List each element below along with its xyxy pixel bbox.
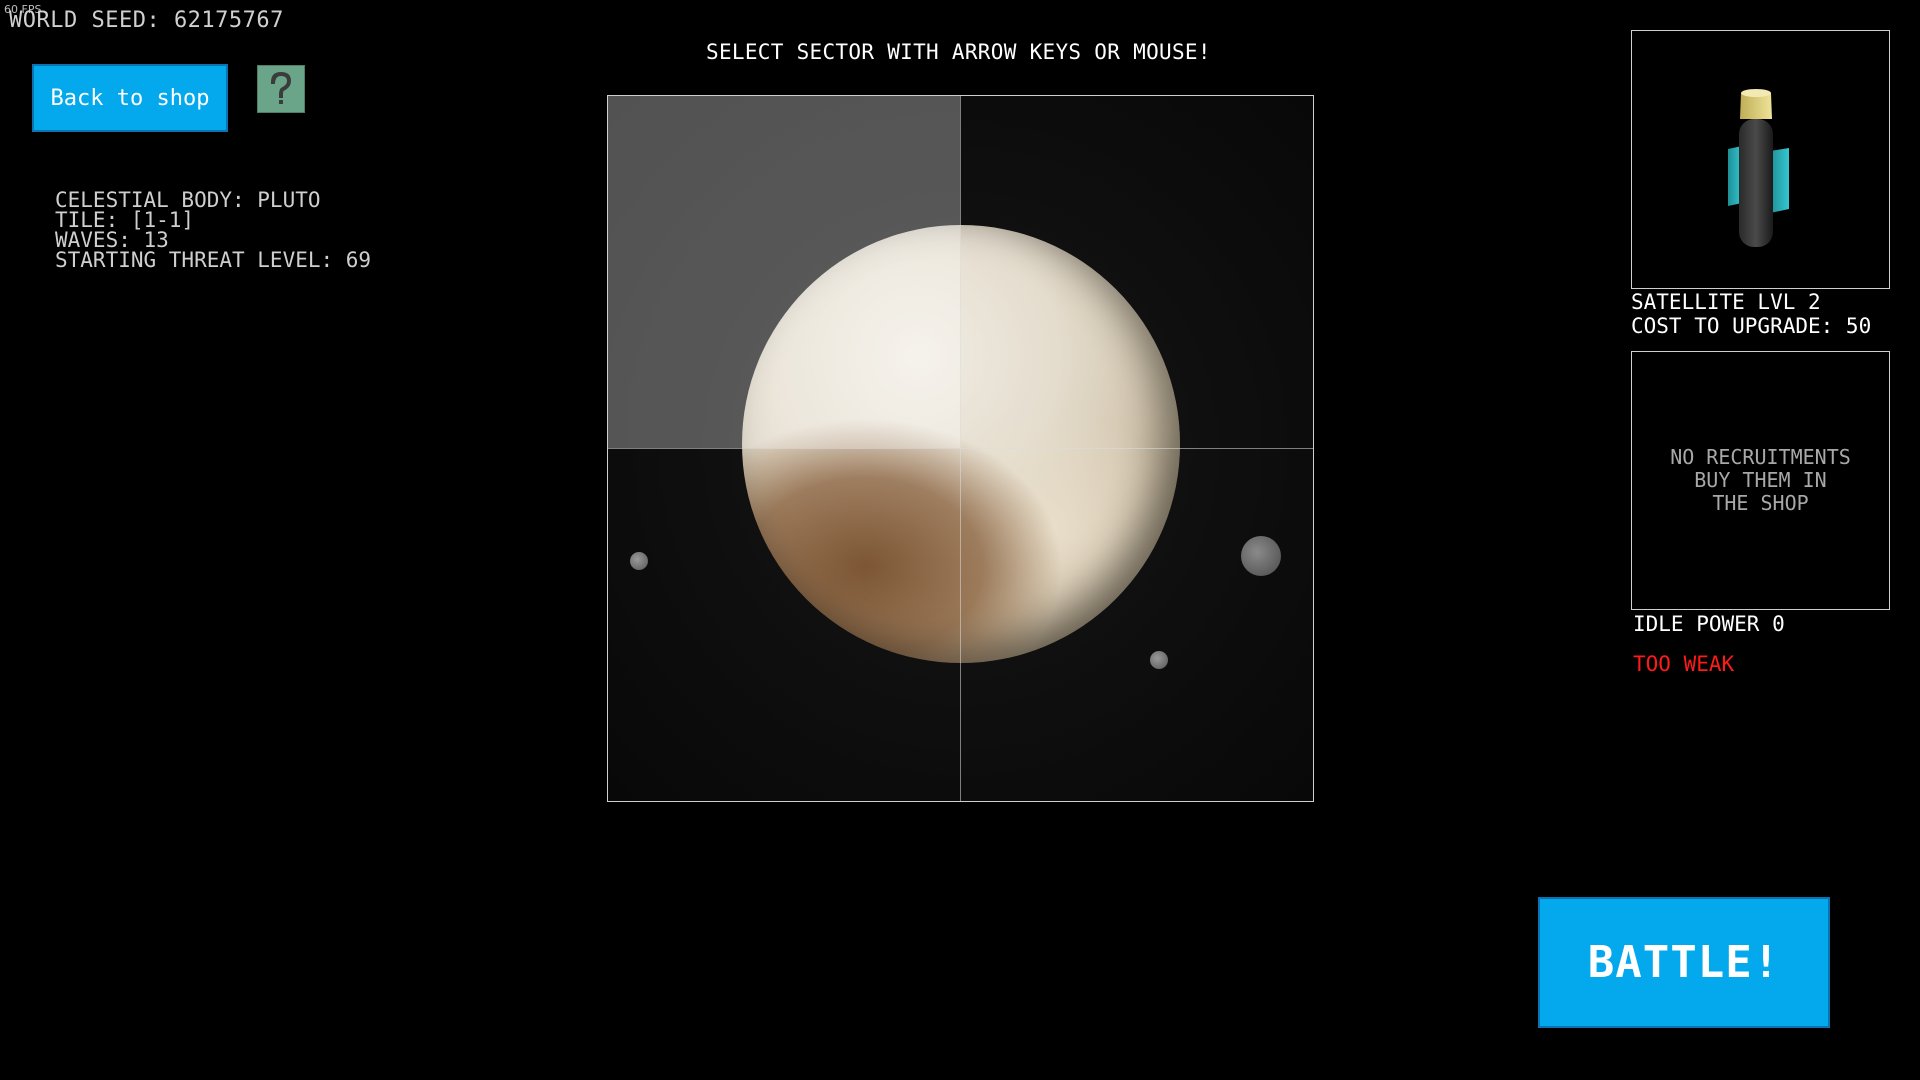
celestial-body-label: CELESTIAL BODY: PLUTO [55, 188, 321, 212]
world-seed: WORLD SEED: 62175767 [9, 8, 284, 33]
back-to-shop-button[interactable]: Back to shop [32, 64, 228, 132]
recruitments-panel: NO RECRUITMENTS BUY THEM IN THE SHOP [1631, 351, 1890, 610]
level-info: CELESTIAL BODY: PLUTO TILE: [1-1] WAVES:… [55, 188, 372, 272]
sector-1-2[interactable] [961, 96, 1313, 448]
sector-2-2[interactable] [961, 449, 1313, 801]
battle-button[interactable]: BATTLE! [1538, 897, 1830, 1028]
sector-1-1[interactable] [608, 96, 960, 448]
satellite-card[interactable] [1631, 30, 1890, 289]
recruitments-line-2: BUY THEM IN [1694, 468, 1827, 492]
too-weak-warning: TOO WEAK [1633, 652, 1735, 676]
threat-level-label: STARTING THREAT LEVEL: 69 [55, 248, 372, 272]
recruitments-line-1: NO RECRUITMENTS [1670, 445, 1851, 469]
sector-instruction: SELECT SECTOR WITH ARROW KEYS OR MOUSE! [706, 40, 1211, 64]
recruitments-line-3: THE SHOP [1712, 491, 1809, 515]
tile-label: TILE: [1-1] [55, 208, 195, 232]
satellite-info: SATELLITE LVL 2 COST TO UPGRADE: 50 [1631, 290, 1871, 338]
upgrade-cost: COST TO UPGRADE: 50 [1631, 314, 1872, 338]
sector-2-1[interactable] [608, 449, 960, 801]
grid-line-horizontal [608, 448, 1313, 449]
idle-power: IDLE POWER 0 [1633, 612, 1785, 636]
satellite-icon [1728, 89, 1789, 247]
question-mark-icon [270, 71, 292, 104]
sector-map [607, 95, 1314, 802]
waves-label: WAVES: 13 [55, 228, 169, 252]
help-button[interactable] [257, 65, 305, 113]
satellite-level: SATELLITE LVL 2 [1631, 290, 1821, 314]
